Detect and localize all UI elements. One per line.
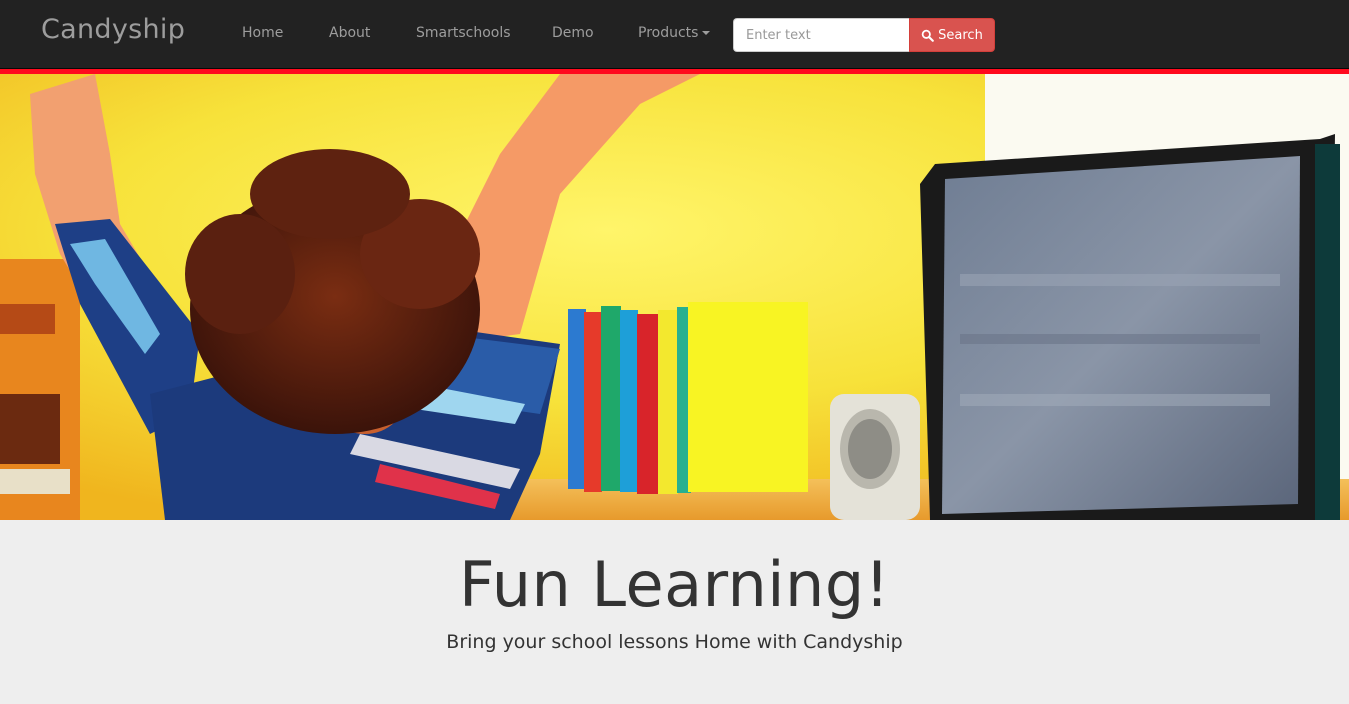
page-headline: Fun Learning!	[458, 548, 891, 621]
search-button-label: Search	[938, 27, 983, 43]
search-icon	[921, 29, 934, 42]
nav-about[interactable]: About	[329, 25, 370, 41]
search-button[interactable]: Search	[909, 18, 995, 52]
nav-smartschools[interactable]: Smartschools	[416, 25, 511, 41]
nav-home[interactable]: Home	[242, 25, 283, 41]
nav-products-label: Products	[638, 25, 699, 41]
nav-products-dropdown[interactable]: Products	[638, 25, 711, 41]
hero-image	[0, 74, 1349, 520]
search-input[interactable]	[733, 18, 909, 52]
page-subheadline: Bring your school lessons Home with Cand…	[446, 631, 903, 653]
navbar: Candyship Home About Smartschools Demo P…	[0, 0, 1349, 69]
caret-down-icon	[702, 31, 711, 35]
brand-logo[interactable]: Candyship	[41, 14, 185, 45]
nav-demo[interactable]: Demo	[552, 25, 594, 41]
